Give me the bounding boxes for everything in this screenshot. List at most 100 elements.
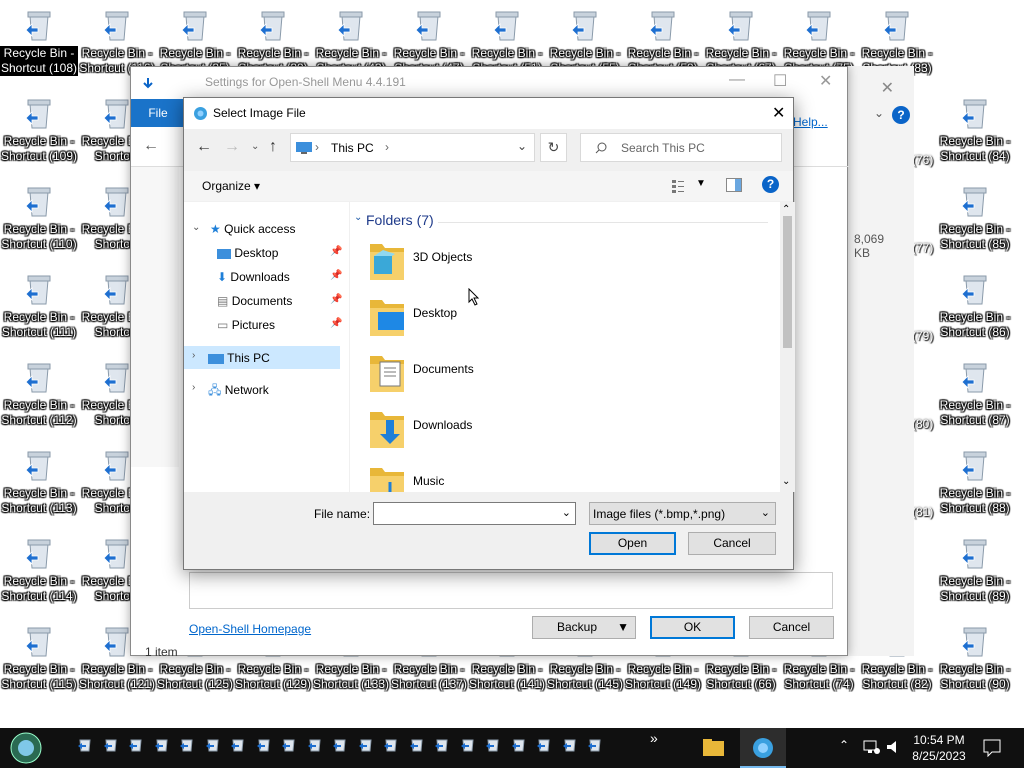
network-expander-icon[interactable]: ›: [192, 382, 195, 393]
quick-access-expander-icon[interactable]: ⌄: [192, 222, 200, 233]
forward-icon[interactable]: →: [224, 138, 240, 156]
desktop-shortcut[interactable]: Recycle Bin - Shortcut (108): [0, 6, 78, 94]
view-dropdown-icon[interactable]: ▼: [696, 178, 706, 189]
homepage-link[interactable]: Open-Shell Homepage: [189, 622, 311, 636]
open-button[interactable]: Open: [589, 532, 676, 555]
taskbar-recycle-bin-icon[interactable]: [536, 736, 552, 752]
desktop-shortcut[interactable]: Recycle Bin - Shortcut (109): [0, 94, 78, 182]
back-icon[interactable]: ←: [196, 138, 212, 156]
dialog-cancel-button[interactable]: Cancel: [688, 532, 776, 555]
minimize-icon[interactable]: —: [729, 71, 745, 89]
address-dropdown-icon[interactable]: ⌄: [517, 139, 527, 153]
taskbar-overflow-icon[interactable]: »: [650, 730, 658, 746]
tray-chevron-icon[interactable]: ⌃: [839, 738, 849, 752]
scrollbar-thumb[interactable]: [783, 216, 792, 348]
taskbar-recycle-bin-icon[interactable]: [230, 736, 246, 752]
desktop-shortcut[interactable]: Recycle Bin - Shortcut (86): [936, 270, 1014, 358]
desktop-shortcut[interactable]: Recycle Bin - Shortcut (110): [0, 182, 78, 270]
desktop-shortcut[interactable]: Recycle Bin - Shortcut (89): [936, 534, 1014, 622]
pin-icon[interactable]: 📌: [330, 294, 342, 305]
explorer-close-icon[interactable]: ✕: [881, 78, 894, 98]
organize-button[interactable]: Organize ▾: [202, 179, 260, 193]
file-name-dropdown-icon[interactable]: ⌄: [562, 506, 571, 519]
view-options-icon[interactable]: [671, 179, 685, 193]
folder-item[interactable]: 3D Objects: [368, 236, 668, 292]
taskbar-recycle-bin-icon[interactable]: [128, 736, 144, 752]
help-icon[interactable]: ?: [892, 106, 910, 124]
group-header[interactable]: Folders (7): [366, 212, 434, 228]
folder-item[interactable]: Music: [368, 460, 668, 492]
chevron-down-icon[interactable]: ⌄: [874, 106, 884, 120]
desktop-shortcut[interactable]: Recycle Bin - Shortcut (90): [936, 622, 1014, 710]
refresh-icon[interactable]: ↻: [540, 133, 567, 162]
taskbar-recycle-bin-icon[interactable]: [409, 736, 425, 752]
taskbar-recycle-bin-icon[interactable]: [511, 736, 527, 752]
up-arrow-icon[interactable]: ↑: [269, 138, 277, 156]
file-type-select[interactable]: Image files (*.bmp,*.png) ⌄: [589, 502, 776, 525]
settings-cancel-button[interactable]: Cancel: [749, 616, 834, 639]
pin-icon[interactable]: 📌: [330, 318, 342, 329]
taskbar-recycle-bin-icon[interactable]: [205, 736, 221, 752]
desktop-shortcut[interactable]: Recycle Bin - Shortcut (84): [936, 94, 1014, 182]
back-arrow-icon[interactable]: ←: [143, 137, 159, 155]
nav-pictures[interactable]: ▭ Pictures: [217, 314, 275, 336]
desktop-shortcut[interactable]: Recycle Bin - Shortcut (85): [936, 182, 1014, 270]
start-button-icon[interactable]: [7, 730, 45, 766]
taskbar-recycle-bin-icon[interactable]: [358, 736, 374, 752]
dialog-help-icon[interactable]: ?: [762, 176, 779, 193]
ok-button[interactable]: OK: [650, 616, 735, 639]
file-name-input[interactable]: ⌄: [373, 502, 576, 525]
nav-quick-access[interactable]: ★ Quick access: [210, 218, 295, 240]
clock[interactable]: 10:54 PM 8/25/2023: [906, 732, 972, 764]
search-box[interactable]: Search This PC: [580, 133, 782, 162]
dialog-close-icon[interactable]: ✕: [772, 103, 785, 123]
help-link[interactable]: Help...: [793, 115, 828, 129]
desktop-shortcut[interactable]: Recycle Bin - Shortcut (113): [0, 446, 78, 534]
desktop-shortcut[interactable]: Recycle Bin - Shortcut (114): [0, 534, 78, 622]
taskbar-recycle-bin-icon[interactable]: [485, 736, 501, 752]
pin-icon[interactable]: 📌: [330, 270, 342, 281]
maximize-icon[interactable]: ☐: [773, 71, 787, 91]
folder-item[interactable]: Documents: [368, 348, 668, 404]
speaker-icon[interactable]: [886, 740, 903, 754]
recent-chevron-icon[interactable]: ⌄: [251, 141, 259, 152]
taskbar-recycle-bin-icon[interactable]: [179, 736, 195, 752]
taskbar-recycle-bin-icon[interactable]: [154, 736, 170, 752]
taskbar-recycle-bin-icon[interactable]: [587, 736, 603, 752]
nav-this-pc[interactable]: This PC: [208, 347, 270, 369]
taskbar-recycle-bin-icon[interactable]: [256, 736, 272, 752]
nav-network[interactable]: 🖧 Network: [208, 379, 269, 401]
taskbar-recycle-bin-icon[interactable]: [77, 736, 93, 752]
taskbar-recycle-bin-icon[interactable]: [460, 736, 476, 752]
preview-pane-icon[interactable]: [726, 178, 742, 192]
desktop-shortcut[interactable]: Recycle Bin - Shortcut (88): [936, 446, 1014, 534]
taskbar-recycle-bin-icon[interactable]: [332, 736, 348, 752]
close-icon[interactable]: ✕: [819, 71, 832, 91]
desktop-shortcut[interactable]: Recycle Bin - Shortcut (112): [0, 358, 78, 446]
network-status-icon[interactable]: [863, 740, 880, 754]
taskbar-recycle-bin-icon[interactable]: [281, 736, 297, 752]
file-explorer-taskbar-button[interactable]: [693, 728, 733, 768]
nav-desktop[interactable]: Desktop: [217, 242, 278, 264]
taskbar-recycle-bin-icon[interactable]: [383, 736, 399, 752]
scroll-up-icon[interactable]: ⌃: [782, 204, 790, 215]
address-this-pc[interactable]: This PC: [331, 141, 374, 155]
nav-documents[interactable]: ▤ Documents: [217, 290, 292, 312]
backup-button[interactable]: Backup ▼: [532, 616, 636, 639]
taskbar-recycle-bin-icon[interactable]: [562, 736, 578, 752]
desktop-shortcut[interactable]: Recycle Bin - Shortcut (87): [936, 358, 1014, 446]
desktop-shortcut[interactable]: Recycle Bin - Shortcut (115): [0, 622, 78, 710]
pin-icon[interactable]: 📌: [330, 246, 342, 257]
open-shell-taskbar-button[interactable]: [740, 728, 786, 768]
nav-downloads[interactable]: ⬇ Downloads: [217, 266, 290, 288]
file-tab[interactable]: File: [131, 99, 185, 127]
this-pc-expander-icon[interactable]: ›: [192, 350, 195, 361]
scroll-down-icon[interactable]: ⌄: [782, 476, 790, 487]
notification-center-icon[interactable]: [983, 739, 1001, 757]
desktop-shortcut[interactable]: Recycle Bin - Shortcut (111): [0, 270, 78, 358]
address-bar[interactable]: › This PC › ⌄: [290, 133, 535, 162]
taskbar-recycle-bin-icon[interactable]: [103, 736, 119, 752]
folder-item[interactable]: Desktop: [368, 292, 668, 348]
taskbar-recycle-bin-icon[interactable]: [307, 736, 323, 752]
vertical-scrollbar[interactable]: ⌃ ⌄: [780, 202, 795, 492]
